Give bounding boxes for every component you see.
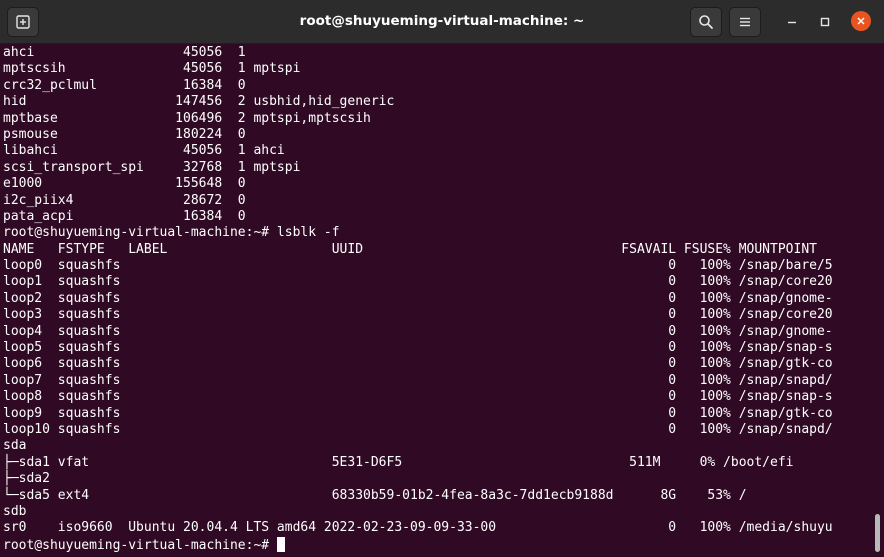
terminal-line: loop1 squashfs 0 100% /snap/core20 <box>3 274 833 290</box>
terminal-line: scsi_transport_spi 32768 1 mptspi <box>3 159 301 175</box>
terminal-line: loop5 squashfs 0 100% /snap/snap-s <box>3 340 833 356</box>
menu-button[interactable] <box>729 7 761 37</box>
minimize-button[interactable] <box>781 11 803 33</box>
scrollbar-thumb[interactable] <box>875 514 880 552</box>
terminal-line: ├─sda2 <box>3 471 50 487</box>
terminal-line: loop6 squashfs 0 100% /snap/gtk-co <box>3 356 833 372</box>
terminal-line: mptbase 106496 2 mptspi,mptscsih <box>3 110 371 126</box>
hamburger-menu-icon <box>740 17 750 27</box>
prompt-line[interactable]: root@shuyueming-virtual-machine:~# <box>3 536 833 553</box>
terminal-line: └─sda5 ext4 68330b59-01b2-4fea-8a3c-7dd1… <box>3 487 747 503</box>
terminal-window: root@shuyueming-virtual-machine: ~ ahci … <box>0 0 884 557</box>
terminal-line: loop4 squashfs 0 100% /snap/gnome- <box>3 323 833 339</box>
search-icon <box>699 15 713 29</box>
terminal-output[interactable]: ahci 45056 1 mptscsih 45056 1 mptspi crc… <box>0 44 870 557</box>
minimize-icon <box>788 21 796 24</box>
terminal-line: libahci 45056 1 ahci <box>3 143 285 159</box>
terminal-line: loop2 squashfs 0 100% /snap/gnome- <box>3 290 833 306</box>
terminal-line: NAME FSTYPE LABEL UUID FSAVAIL FSUSE% MO… <box>3 241 817 257</box>
search-button[interactable] <box>690 7 722 37</box>
text-cursor <box>276 536 285 552</box>
title-bar: root@shuyueming-virtual-machine: ~ <box>0 0 884 44</box>
terminal-line: ├─sda1 vfat 5E31-D6F5 511M 0% /boot/efi <box>3 454 794 470</box>
terminal-line: loop0 squashfs 0 100% /snap/bare/5 <box>3 258 833 274</box>
terminal-lines: ahci 45056 1 mptscsih 45056 1 mptspi crc… <box>3 45 833 553</box>
new-tab-button[interactable] <box>7 7 39 37</box>
terminal-line: root@shuyueming-virtual-machine:~# lsblk… <box>3 225 340 241</box>
terminal-line: hid 147456 2 usbhid,hid_generic <box>3 94 395 110</box>
shell-prompt: root@shuyueming-virtual-machine:~# <box>3 537 277 553</box>
terminal-line: pata_acpi 16384 0 <box>3 208 246 224</box>
terminal-line: e1000 155648 0 <box>3 176 246 192</box>
terminal-line: crc32_pclmul 16384 0 <box>3 77 246 93</box>
terminal-line: loop3 squashfs 0 100% /snap/core20 <box>3 307 833 323</box>
terminal-line: sda <box>3 438 27 454</box>
terminal-line: sr0 iso9660 Ubuntu 20.04.4 LTS amd64 202… <box>3 520 833 536</box>
terminal-line: ahci 45056 1 <box>3 45 246 60</box>
terminal-line: loop7 squashfs 0 100% /snap/snapd/ <box>3 372 833 388</box>
terminal-line: loop8 squashfs 0 100% /snap/snap-s <box>3 389 833 405</box>
terminal-line: mptscsih 45056 1 mptspi <box>3 61 301 77</box>
terminal-line: i2c_piix4 28672 0 <box>3 192 246 208</box>
close-button[interactable] <box>851 11 871 31</box>
terminal-line: loop9 squashfs 0 100% /snap/gtk-co <box>3 405 833 421</box>
terminal-line: psmouse 180224 0 <box>3 126 246 142</box>
terminal-line: sdb <box>3 503 27 519</box>
close-icon <box>857 17 865 25</box>
maximize-button[interactable] <box>814 11 836 33</box>
maximize-icon <box>820 17 830 27</box>
scrollbar[interactable] <box>872 44 882 557</box>
new-tab-icon <box>16 15 30 29</box>
terminal-line: loop10 squashfs 0 100% /snap/snapd/ <box>3 421 833 437</box>
